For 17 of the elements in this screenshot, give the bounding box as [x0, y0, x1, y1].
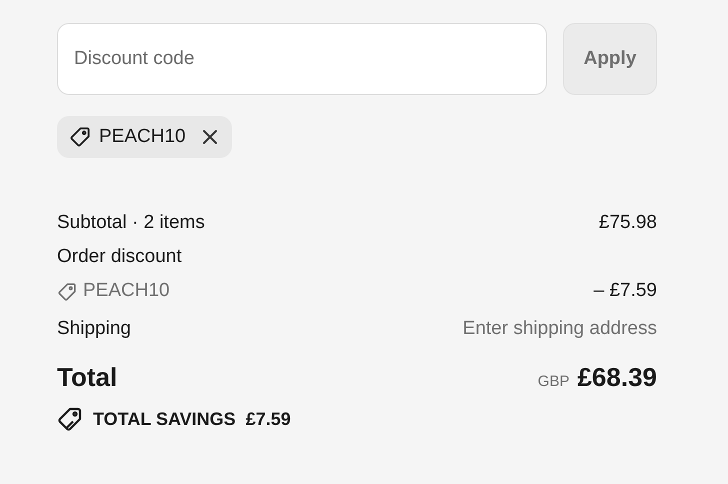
total-savings-value: £7.59 [246, 408, 291, 430]
discount-code-field[interactable]: Discount code [57, 23, 547, 95]
tags-icon [57, 406, 83, 432]
subtotal-value: £75.98 [598, 211, 657, 236]
tag-icon [57, 282, 77, 302]
total-label: Total [57, 361, 118, 394]
total-savings-label: TOTAL SAVINGS [93, 408, 236, 430]
total-value: £68.39 [577, 361, 657, 394]
tag-icon [69, 126, 91, 148]
subtotal-label: Subtotal · 2 items [57, 211, 205, 236]
discount-code: PEACH10 [99, 124, 186, 149]
order-discount-label: Order discount [57, 245, 182, 270]
shipping-label: Shipping [57, 316, 131, 341]
currency-code: GBP [538, 372, 570, 392]
shipping-value: Enter shipping address [462, 316, 657, 341]
discount-value: – £7.59 [594, 279, 657, 304]
discount-code-text: PEACH10 [83, 279, 170, 304]
